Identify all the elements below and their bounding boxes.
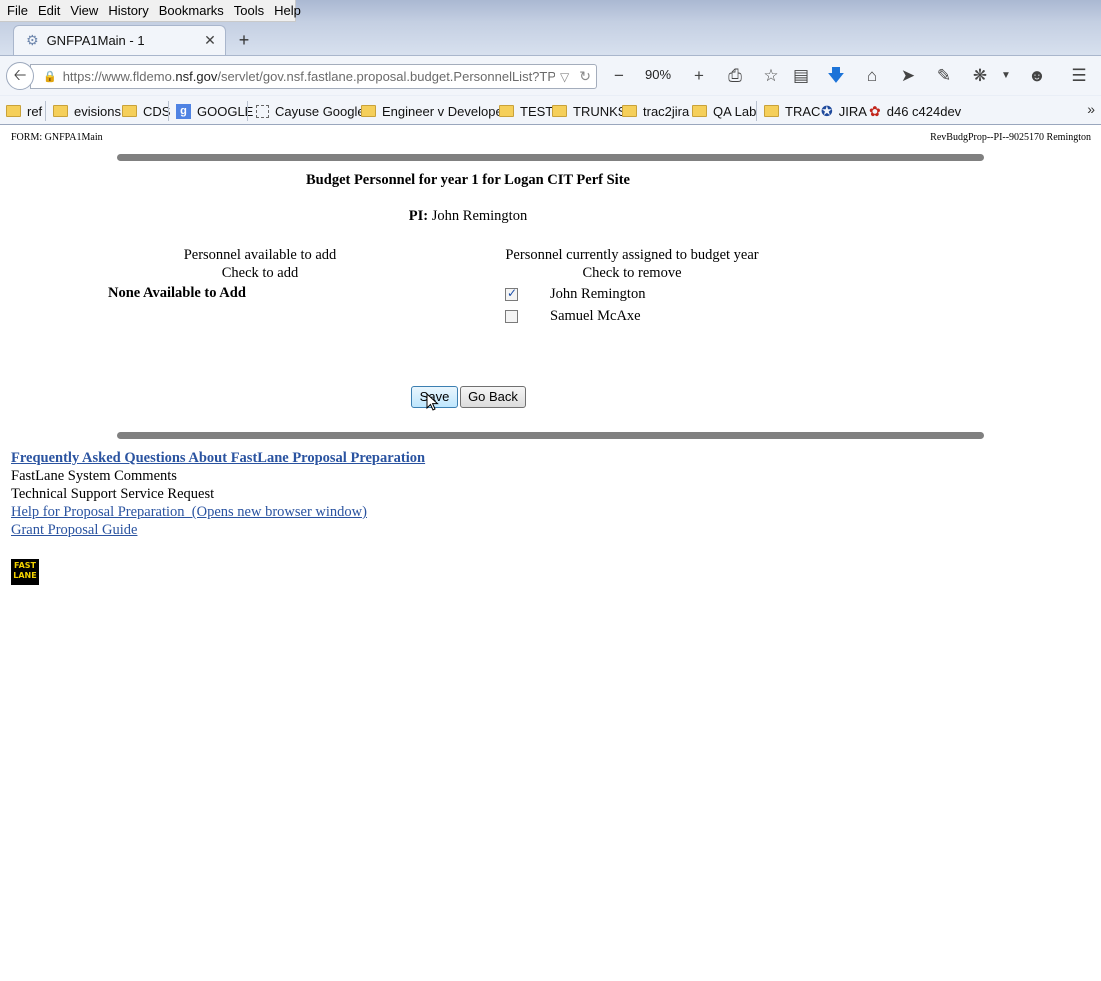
- folder-icon: [622, 105, 637, 117]
- remove-checkbox-samuel-mcaxe[interactable]: [505, 310, 518, 323]
- dropdown-arrow-icon[interactable]: ▼: [995, 65, 1017, 87]
- available-subheading: Check to add: [221, 265, 299, 281]
- zoom-out-icon[interactable]: −: [608, 65, 630, 87]
- menu-tools[interactable]: Tools: [229, 1, 269, 21]
- browser-tab[interactable]: ⚙ GNFPA1Main - 1 ✕: [13, 25, 226, 55]
- bookmark-engineer-v-developer[interactable]: Engineer v Developer: [361, 102, 507, 120]
- system-comments-text: FastLane System Comments: [11, 468, 177, 484]
- zoom-level[interactable]: 90%: [640, 67, 676, 82]
- back-button[interactable]: 🡠: [6, 62, 34, 90]
- zoom-in-icon[interactable]: +: [688, 65, 710, 87]
- pi-name: John Remington: [431, 208, 528, 224]
- bookmark-trac2jira[interactable]: trac2jira: [622, 102, 689, 120]
- menu-bookmarks[interactable]: Bookmarks: [154, 1, 229, 21]
- bookmark-google[interactable]: g GOOGLE: [176, 102, 253, 120]
- google-icon: g: [176, 103, 191, 119]
- bookmarks-list-icon[interactable]: ▤: [790, 65, 812, 87]
- bookmark-evisions[interactable]: evisions: [53, 102, 121, 120]
- grant-guide-link[interactable]: Grant Proposal Guide: [11, 522, 137, 539]
- tab-strip: ⚙ GNFPA1Main - 1 ✕ +: [0, 24, 1101, 55]
- menu-edit[interactable]: Edit: [33, 1, 65, 21]
- revision-id: RevBudgProp--PI--9025170 Remington: [930, 132, 1091, 143]
- assigned-subheading: Check to remove: [582, 265, 682, 281]
- bookmark-ref[interactable]: ref: [6, 102, 42, 120]
- separator: [756, 101, 757, 121]
- top-divider: [117, 154, 984, 161]
- bookmark-cayuse-google[interactable]: Cayuse Google: [256, 102, 365, 120]
- folder-icon: [499, 105, 514, 117]
- more-bookmarks-chevron-icon[interactable]: »: [1087, 101, 1095, 117]
- bookmarks-bar: ref evisions CDS g GOOGLE Cayuse Google E…: [0, 96, 1101, 124]
- none-available-text: None Available to Add: [108, 285, 246, 301]
- folder-icon: [361, 105, 376, 117]
- mouse-cursor-icon: [426, 393, 439, 411]
- fastlane-logo: FAST LANE: [11, 559, 39, 585]
- url-bar[interactable]: 🔒 https://www.fldemo.nsf.gov/servlet/gov…: [30, 64, 597, 89]
- form-id: FORM: GNFPA1Main: [11, 132, 103, 143]
- smiley-icon[interactable]: ☻: [1026, 65, 1048, 87]
- hamburger-menu-icon[interactable]: ☰: [1068, 65, 1090, 87]
- bottom-divider: [117, 432, 984, 439]
- print-icon[interactable]: ⎙: [724, 65, 746, 87]
- lock-icon: 🔒: [43, 71, 57, 83]
- star-icon[interactable]: ☆: [760, 65, 782, 87]
- menu-history[interactable]: History: [103, 1, 153, 21]
- page-title: Budget Personnel for year 1 for Logan CI…: [306, 172, 630, 188]
- pi-line: PI: John Remington: [408, 208, 528, 224]
- home-icon[interactable]: ⌂: [861, 65, 883, 87]
- reload-icon[interactable]: ↻: [574, 68, 596, 85]
- browser-chrome: File Edit View History Bookmarks Tools H…: [0, 0, 1101, 125]
- bookmark-d46-c424dev[interactable]: ✿ d46 c424dev: [869, 102, 961, 120]
- folder-icon: [552, 105, 567, 117]
- bookmark-trac[interactable]: TRAC: [764, 102, 820, 120]
- gear-favicon-icon: ⚙: [26, 32, 39, 48]
- bookmark-jira[interactable]: ✪ JIRA: [821, 102, 867, 120]
- paw-icon: ✿: [869, 102, 881, 119]
- send-icon[interactable]: ➤: [897, 65, 919, 87]
- dropdown-arrow-icon[interactable]: ▽: [555, 70, 574, 84]
- person-name: John Remington: [550, 286, 646, 302]
- extension-icon[interactable]: ✎: [933, 65, 955, 87]
- tab-title: GNFPA1Main - 1: [46, 33, 145, 48]
- folder-icon: [122, 105, 137, 117]
- url-text[interactable]: https://www.fldemo.nsf.gov/servlet/gov.n…: [63, 69, 555, 84]
- menu-view[interactable]: View: [65, 1, 103, 21]
- bookmark-trunks[interactable]: TRUNKS: [552, 102, 626, 120]
- folder-icon: [6, 105, 21, 117]
- go-back-button[interactable]: Go Back: [460, 386, 526, 408]
- download-icon[interactable]: 🡇: [825, 65, 847, 87]
- new-tab-button[interactable]: +: [232, 28, 256, 52]
- help-link[interactable]: Help for Proposal Preparation (Opens new…: [11, 504, 367, 521]
- menu-file[interactable]: File: [2, 1, 33, 21]
- folder-icon: [764, 105, 779, 117]
- folder-icon: [692, 105, 707, 117]
- separator: [247, 101, 248, 121]
- close-tab-icon[interactable]: ✕: [203, 32, 217, 49]
- remove-checkbox-john-remington[interactable]: [505, 286, 518, 301]
- navigation-bar: 🔒 https://www.fldemo.nsf.gov/servlet/gov…: [0, 55, 1101, 95]
- page-content: FORM: GNFPA1Main RevBudgProp--PI--902517…: [0, 125, 1101, 981]
- jira-icon: ✪: [821, 102, 833, 119]
- separator: [45, 101, 46, 121]
- available-heading: Personnel available to add: [183, 247, 337, 263]
- person-name: Samuel McAxe: [550, 308, 641, 324]
- menu-help[interactable]: Help: [269, 1, 306, 21]
- bookmark-qa-lab[interactable]: QA Lab: [692, 102, 756, 120]
- bookmark-cds[interactable]: CDS: [122, 102, 170, 120]
- assigned-heading: Personnel currently assigned to budget y…: [505, 247, 759, 263]
- bookmark-test[interactable]: TEST: [499, 102, 553, 120]
- menu-bar: File Edit View History Bookmarks Tools H…: [0, 0, 301, 22]
- separator: [168, 101, 169, 121]
- faq-link[interactable]: Frequently Asked Questions About FastLan…: [11, 450, 425, 467]
- page-icon: [256, 104, 269, 118]
- addon-icon[interactable]: ❋: [969, 65, 991, 87]
- folder-icon: [53, 105, 68, 117]
- support-request-text: Technical Support Service Request: [11, 486, 215, 502]
